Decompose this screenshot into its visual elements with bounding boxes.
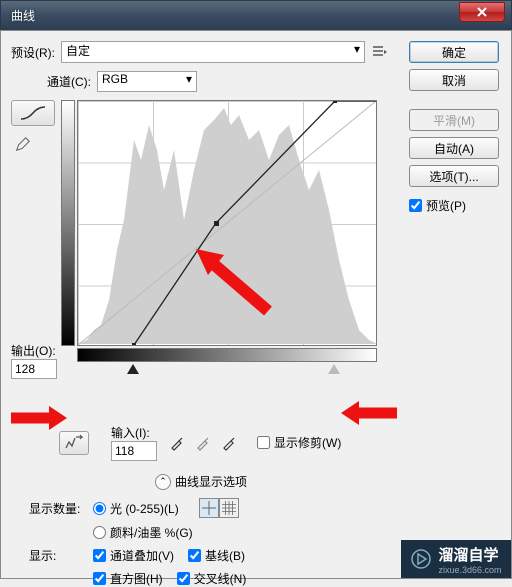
curve-grid[interactable] — [77, 100, 377, 346]
white-point-slider[interactable] — [328, 364, 340, 374]
grid-fine-icon[interactable] — [219, 498, 239, 518]
channel-overlay-check[interactable]: 通道叠加(V) — [93, 547, 174, 564]
baseline-check[interactable]: 基线(B) — [188, 547, 245, 564]
auto-button[interactable]: 自动(A) — [409, 137, 499, 159]
pigment-radio[interactable]: 颜料/油墨 %(G) — [93, 524, 193, 541]
preview-checkbox[interactable]: 预览(P) — [409, 197, 499, 214]
grid-coarse-icon[interactable] — [199, 498, 219, 518]
eyedropper-white[interactable] — [219, 433, 239, 453]
channel-label: 通道(C): — [47, 73, 91, 90]
input-label: 输入(I): — [111, 424, 157, 441]
eyedropper-gray[interactable] — [193, 433, 213, 453]
histogram-display — [79, 100, 377, 344]
input-field[interactable] — [111, 441, 157, 461]
output-gradient — [61, 100, 75, 346]
options-button[interactable]: 选项(T)... — [409, 165, 499, 187]
input-slider-track[interactable] — [77, 364, 377, 378]
curve-point-tool[interactable] — [11, 100, 55, 126]
light-radio[interactable]: 光 (0-255)(L) — [93, 500, 179, 517]
show-label: 显示: — [29, 547, 93, 564]
preset-label: 预设(R): — [11, 44, 55, 61]
output-label: 输出(O): — [11, 342, 61, 359]
cancel-button[interactable]: 取消 — [409, 69, 499, 91]
display-amount-label: 显示数量: — [29, 500, 93, 517]
target-adjust-tool[interactable] — [59, 431, 89, 455]
smooth-button: 平滑(M) — [409, 109, 499, 131]
collapse-button[interactable]: ⌃ — [155, 474, 171, 490]
ok-button[interactable]: 确定 — [409, 41, 499, 63]
black-point-slider[interactable] — [127, 364, 139, 374]
watermark: 溜溜自学 zixue.3d66.com — [401, 540, 511, 578]
eyedropper-black[interactable] — [167, 433, 187, 453]
preset-select[interactable]: 自定▾ — [61, 41, 365, 63]
preset-menu-icon[interactable] — [369, 41, 391, 63]
channel-select[interactable]: RGB▾ — [97, 71, 197, 92]
show-clipping-checkbox[interactable]: 显示修剪(W) — [257, 434, 341, 451]
input-gradient — [77, 348, 377, 362]
output-field[interactable] — [11, 359, 57, 379]
curve-pencil-tool[interactable] — [11, 132, 35, 156]
expander-label: 曲线显示选项 — [175, 473, 247, 490]
dialog-title: 曲线 — [7, 7, 459, 24]
close-button[interactable] — [459, 2, 505, 22]
